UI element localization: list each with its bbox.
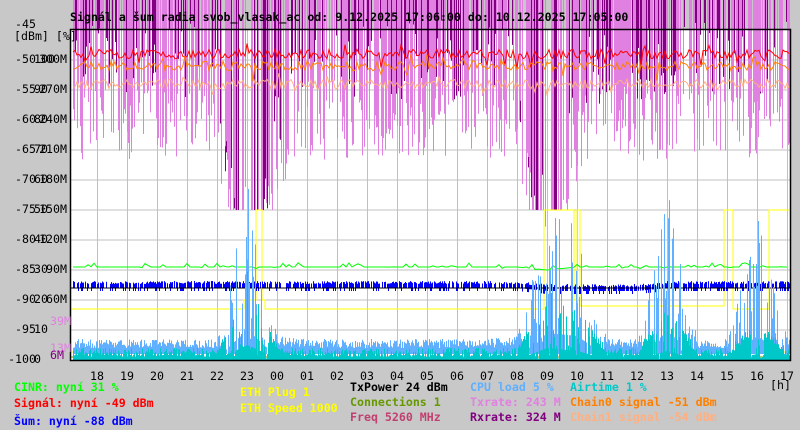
legend-chain0: Chain0 signal -51 dBm: [570, 395, 717, 409]
y-tick-dbm: -80: [15, 232, 36, 246]
x-tick: 23: [240, 369, 254, 383]
y-tick-dbm: -50: [15, 52, 36, 66]
chart-title: Signál a šum radia svob_vlasak_ac od: 9.…: [70, 10, 629, 24]
legend-signal: Signál: nyní -49 dBm: [14, 396, 154, 410]
x-tick: 22: [210, 369, 224, 383]
legend-cpu: CPU load 5 %: [470, 380, 554, 394]
rxrate-min-marker: 6M: [50, 348, 64, 362]
y-tick-dbm: -95: [15, 322, 36, 336]
legend-rxrate: Rxrate: 324 M: [470, 410, 561, 424]
x-tick: 15: [720, 369, 734, 383]
legend-txpower: TxPower 24 dBm: [350, 380, 448, 394]
legend-noise: Šum: nyní -88 dBm: [14, 414, 133, 428]
y-tick-rate: 120M: [39, 232, 67, 246]
y-tick-rate: 210M: [39, 142, 67, 156]
x-tick: 00: [270, 369, 284, 383]
y-tick-dbm: -100: [8, 352, 36, 366]
x-tick: 20: [150, 369, 164, 383]
y-tick-rate: 270M: [39, 82, 67, 96]
y-tick-dbm: -70: [15, 172, 36, 186]
y-tick-dbm: -65: [15, 142, 36, 156]
legend-airtime: Airtime 1 %: [570, 380, 647, 394]
x-tick: 01: [300, 369, 314, 383]
chart-canvas: [69, 0, 792, 362]
legend-chain1: Chain1 signal -54 dBm: [570, 410, 717, 424]
y-tick-rate: 90M: [46, 262, 67, 276]
y-tick-dbm: -60: [15, 112, 36, 126]
x-tick: 14: [690, 369, 704, 383]
x-tick: 13: [660, 369, 674, 383]
legend-eth-plug: ETH Plug 1: [240, 385, 310, 399]
y-tick-rate: 240M: [39, 112, 67, 126]
chart-window: Signál a šum radia svob_vlasak_ac od: 9.…: [0, 0, 800, 430]
y-tick-dbm: -75: [15, 202, 36, 216]
x-tick: 16: [750, 369, 764, 383]
legend-txrate: Txrate: 243 M: [470, 395, 561, 409]
y-tick-rate: 60M: [46, 292, 67, 306]
txrate-min-marker: 39M: [50, 314, 71, 328]
legend-eth-speed: ETH Speed 1000: [240, 401, 338, 415]
x-tick: 19: [120, 369, 134, 383]
legend-connections: Connections 1: [350, 395, 441, 409]
y-tick-dbm: -85: [15, 262, 36, 276]
y-axis-label: [dBm] [%]: [14, 29, 77, 43]
legend-freq: Freq 5260 MHz: [350, 410, 441, 424]
y-tick-rate: 180M: [39, 172, 67, 186]
x-tick: 21: [180, 369, 194, 383]
y-tick-dbm: -90: [15, 292, 36, 306]
x-tick: 02: [330, 369, 344, 383]
y-tick-dbm: -55: [15, 82, 36, 96]
x-axis-label: [h]: [770, 378, 791, 392]
y-tick-rate: 150M: [39, 202, 67, 216]
legend-cinr: CINR: nyní 31 %: [14, 380, 119, 394]
y-tick-rate: 300M: [39, 52, 67, 66]
x-tick: 06: [450, 369, 464, 383]
